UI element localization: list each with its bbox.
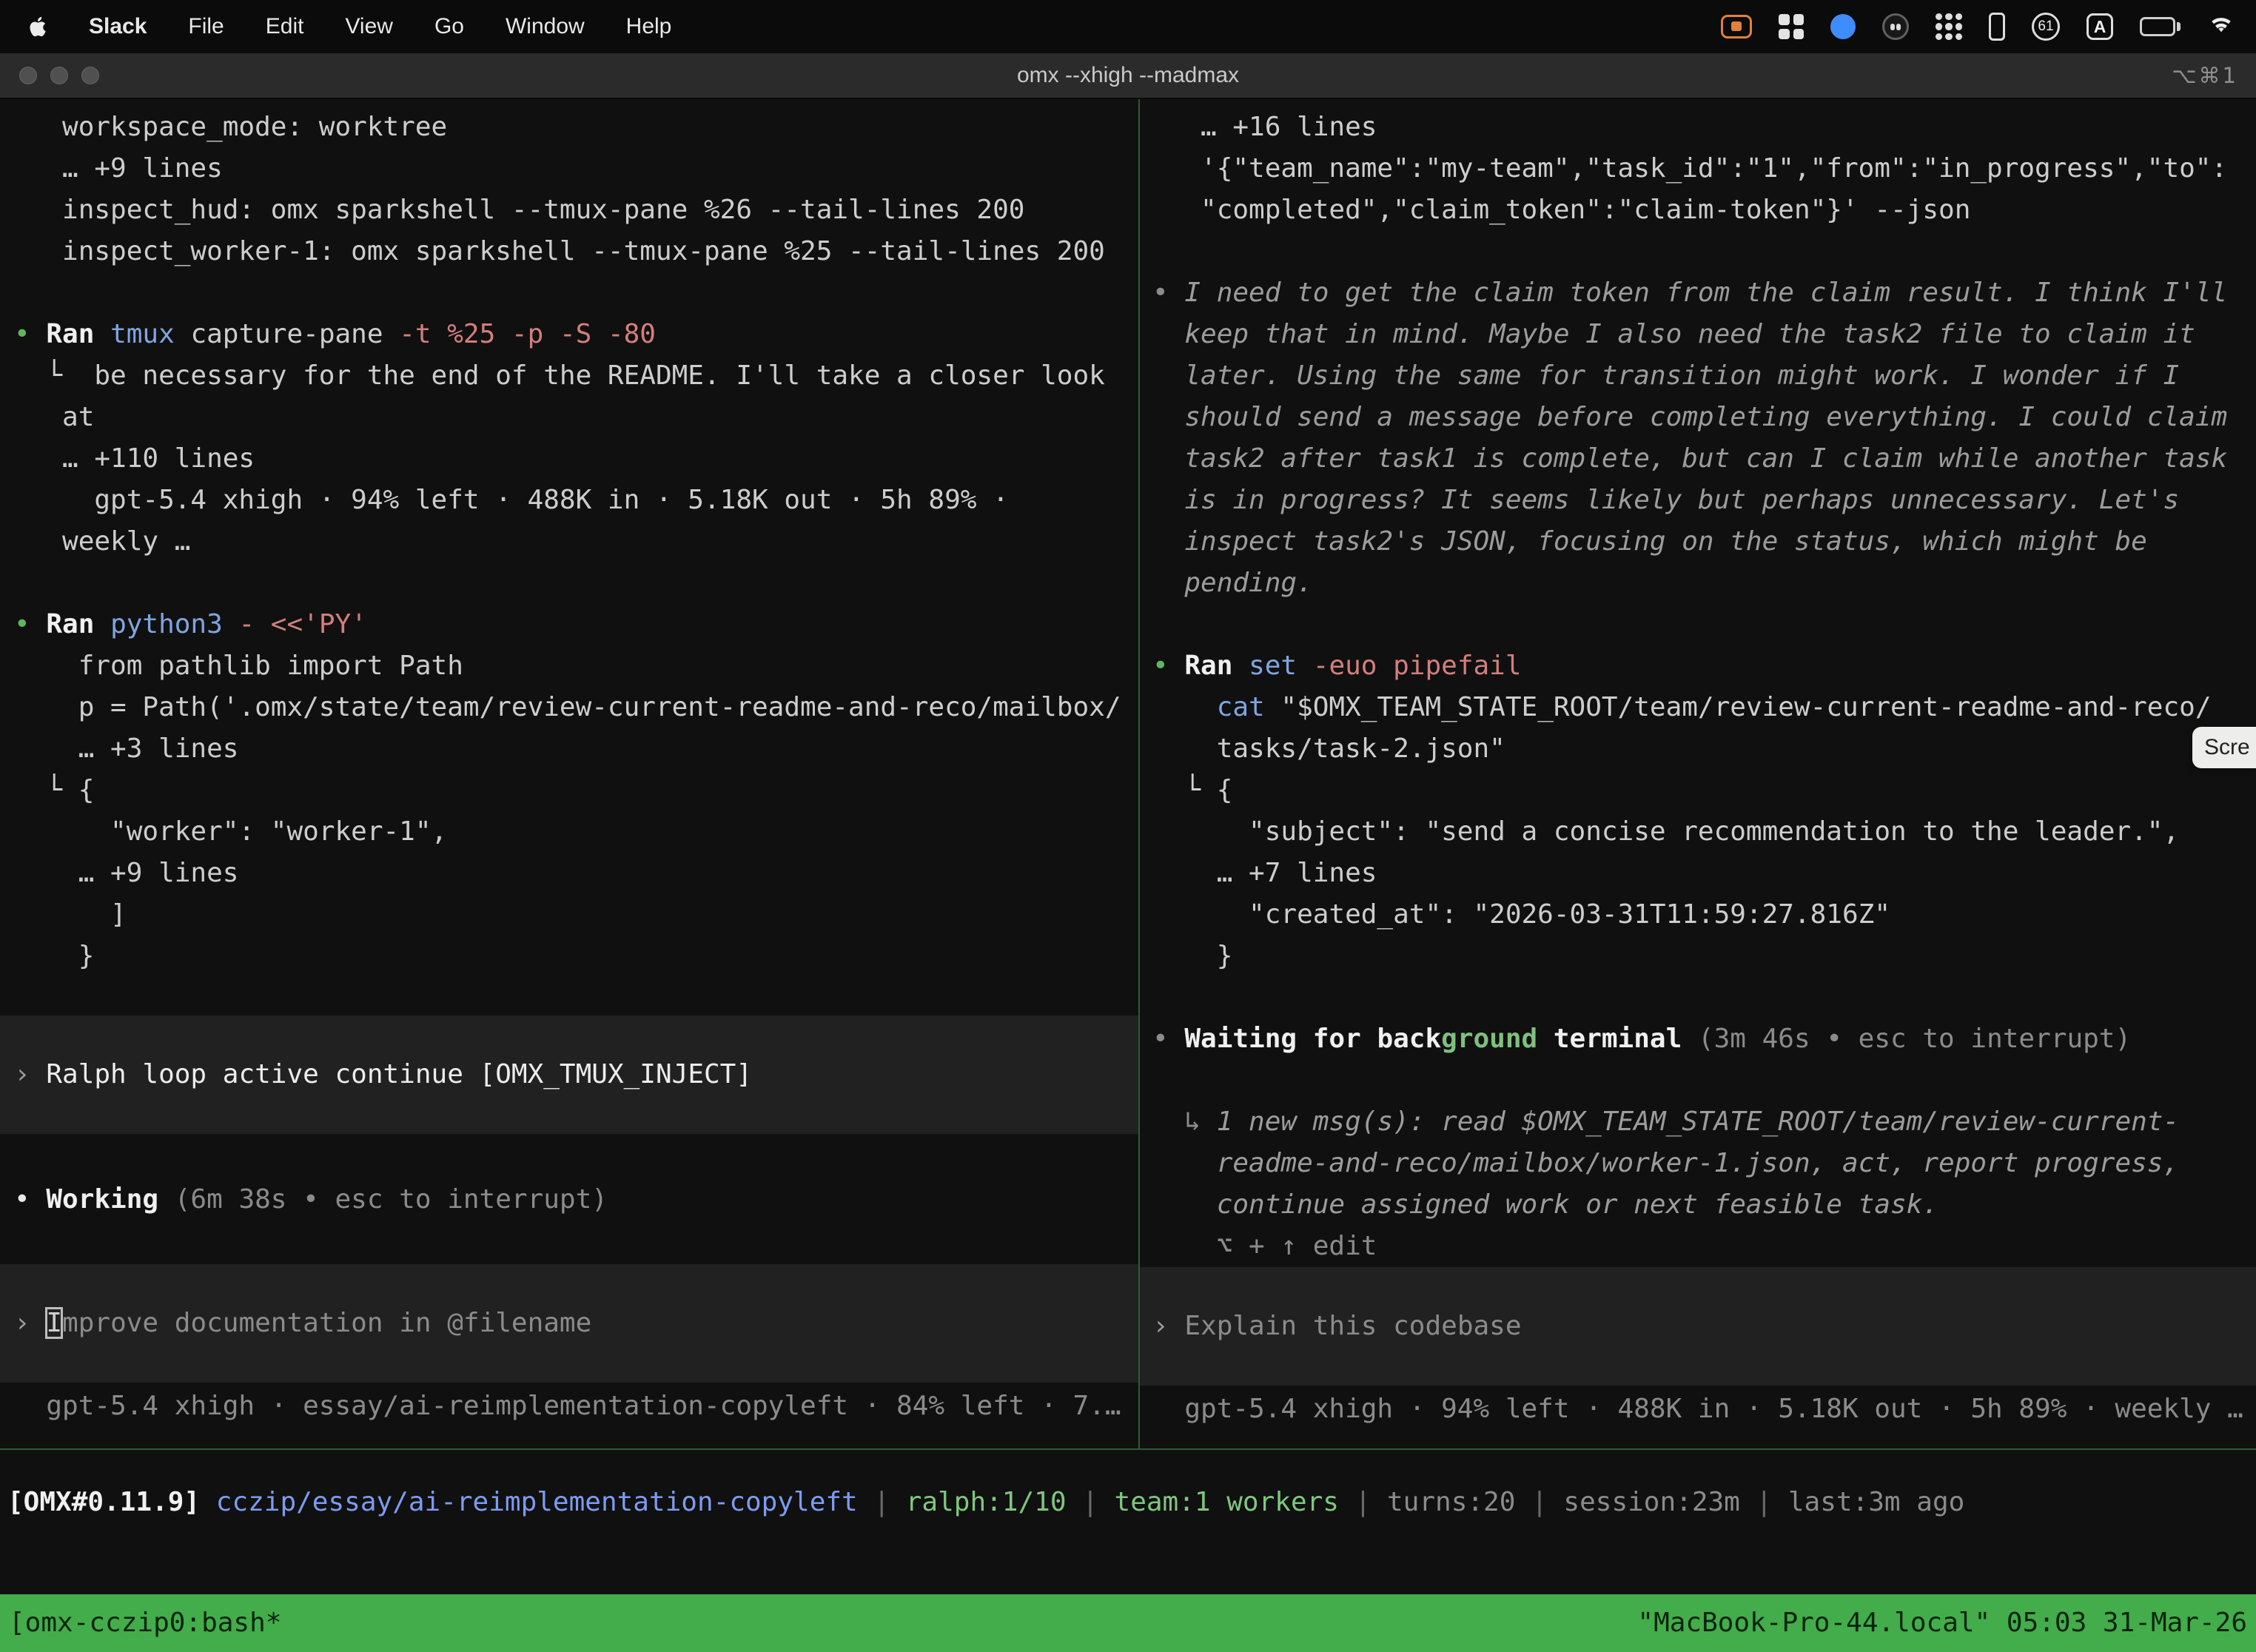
- terminal-line: from pathlib import Path: [0, 645, 1138, 687]
- terminal-line: … +9 lines: [0, 148, 1138, 189]
- terminal-line: [1140, 1060, 2256, 1101]
- window-title: omx --xhigh --madmax: [0, 63, 2256, 88]
- window-title-bar[interactable]: omx --xhigh --madmax ⌥⌘1: [0, 53, 2256, 99]
- terminal-line: cat "$OMX_TEAM_STATE_ROOT/team/review-cu…: [1140, 687, 2256, 728]
- terminal-line: at: [0, 397, 1138, 438]
- prompt-input-box[interactable]: › Ralph loop active continue [OMX_TMUX_I…: [0, 1015, 1138, 1134]
- terminal-line: • Ran python3 - <<'PY': [0, 604, 1138, 645]
- menu-window[interactable]: Window: [506, 14, 585, 39]
- terminal-line: should send a message before completing …: [1140, 397, 2256, 438]
- terminal-line: [0, 272, 1138, 314]
- menu-edit[interactable]: Edit: [266, 14, 304, 39]
- terminal-line: is in progress? It seems likely but perh…: [1140, 480, 2256, 521]
- tmux-session-label: [omx-cczip0:bash*: [9, 1602, 281, 1644]
- terminal-line: [0, 563, 1138, 604]
- terminal-line: ↳ 1 new msg(s): read $OMX_TEAM_STATE_ROO…: [1140, 1101, 2256, 1143]
- menu-bar-left: Slack File Edit View Go Window Help: [0, 14, 671, 39]
- terminal-line: inspect_hud: omx sparkshell --tmux-pane …: [0, 189, 1138, 231]
- menu-app-name[interactable]: Slack: [89, 14, 147, 39]
- window-grid-icon[interactable]: [1779, 14, 1804, 39]
- menu-help[interactable]: Help: [626, 14, 672, 39]
- terminal-line: [1140, 604, 2256, 645]
- phone-icon[interactable]: [1989, 13, 2005, 41]
- terminal-line: continue assigned work or next feasible …: [1140, 1184, 2256, 1226]
- terminal-line: • Ran set -euo pipefail: [1140, 645, 2256, 687]
- terminal-line: workspace_mode: worktree: [0, 107, 1138, 148]
- wifi-icon[interactable]: [2207, 13, 2235, 41]
- terminal-line: • Waiting for background terminal (3m 46…: [1140, 1018, 2256, 1060]
- terminal-line: inspect task2's JSON, focusing on the st…: [1140, 521, 2256, 563]
- terminal-window: omx --xhigh --madmax ⌥⌘1 workspace_mode:…: [0, 53, 2256, 1652]
- terminal-line: • Ran tmux capture-pane -t %25 -p -S -80: [0, 314, 1138, 355]
- menu-view[interactable]: View: [345, 14, 392, 39]
- menu-file[interactable]: File: [188, 14, 224, 39]
- tmux-pane-left[interactable]: workspace_mode: worktree … +9 lines insp…: [0, 99, 1138, 1448]
- input-source-icon[interactable]: A: [2087, 13, 2113, 40]
- terminal-line: '{"team_name":"my-team","task_id":"1","f…: [1140, 148, 2256, 189]
- terminal-line: gpt-5.4 xhigh · 94% left · 488K in · 5.1…: [0, 480, 1138, 521]
- terminal-line: … +3 lines: [0, 728, 1138, 770]
- menu-bar: Slack File Edit View Go Window Help 61 A: [0, 0, 2256, 53]
- screen: Slack File Edit View Go Window Help 61 A: [0, 0, 2256, 1652]
- window-shortcut-hint: ⌥⌘1: [2172, 63, 2238, 88]
- terminal-line: readme-and-reco/mailbox/worker-1.json, a…: [1140, 1143, 2256, 1184]
- terminal-line: … +16 lines: [1140, 107, 2256, 148]
- prompt-input-box[interactable]: › Improve documentation in @filename: [0, 1264, 1138, 1383]
- traffic-lights: [19, 53, 99, 98]
- tmux-pane-right[interactable]: … +16 lines '{"team_name":"my-team","tas…: [1140, 99, 2256, 1448]
- terminal-line: ]: [0, 894, 1138, 936]
- terminal-line: • I need to get the claim token from the…: [1140, 272, 2256, 314]
- terminal-line: weekly …: [0, 521, 1138, 563]
- terminal-line: └ be necessary for the end of the README…: [0, 355, 1138, 397]
- water-drop-icon[interactable]: [1830, 14, 1856, 39]
- terminal-line: p = Path('.omx/state/team/review-current…: [0, 687, 1138, 728]
- terminal-line: • Working (6m 38s • esc to interrupt): [0, 1179, 1138, 1220]
- terminal-line: [1140, 231, 2256, 272]
- terminal-line: tasks/task-2.json": [1140, 728, 2256, 770]
- record-indicator-icon[interactable]: [1721, 15, 1752, 38]
- terminal-line: keep that in mind. Maybe I also need the…: [1140, 314, 2256, 355]
- terminal-line: }: [0, 936, 1138, 977]
- tmux-status-bar: [omx-cczip0:bash* "MacBook-Pro-44.local"…: [0, 1594, 2256, 1652]
- terminal-line: "created_at": "2026-03-31T11:59:27.816Z": [1140, 894, 2256, 936]
- tmux-host-time: "MacBook-Pro-44.local" 05:03 31-Mar-26: [1637, 1602, 2247, 1644]
- terminal-line: [1140, 977, 2256, 1018]
- terminal-line: task2 after task1 is complete, but can I…: [1140, 438, 2256, 480]
- terminal-line: └ {: [1140, 770, 2256, 811]
- omx-status-line: [OMX#0.11.9] cczip/essay/ai-reimplementa…: [0, 1482, 1964, 1523]
- apple-icon: [28, 15, 47, 38]
- terminal-line: inspect_worker-1: omx sparkshell --tmux-…: [0, 231, 1138, 272]
- menu-bar-status-icons: 61 A: [1721, 13, 2256, 41]
- close-button[interactable]: [19, 67, 37, 84]
- prompt-input-box[interactable]: › Explain this codebase: [1140, 1267, 2256, 1386]
- apple-menu[interactable]: [28, 15, 47, 38]
- menu-go[interactable]: Go: [434, 14, 464, 39]
- terminal-line: … +110 lines: [0, 438, 1138, 480]
- terminal-line: }: [1140, 936, 2256, 977]
- screenshot-thumbnail[interactable]: Scre: [2192, 727, 2256, 768]
- terminal-line: "subject": "send a concise recommendatio…: [1140, 811, 2256, 853]
- battery-icon[interactable]: [2140, 17, 2181, 36]
- ghost-icon[interactable]: [1882, 13, 1909, 40]
- terminal-line: [OMX#0.11.9] cczip/essay/ai-reimplementa…: [7, 1482, 1964, 1523]
- minimize-button[interactable]: [50, 67, 68, 84]
- pane-horizontal-divider: [0, 1448, 2256, 1450]
- terminal-line: └ {: [0, 770, 1138, 811]
- terminal-line: ⌥ + ↑ edit: [1140, 1226, 2256, 1267]
- terminal-line: pending.: [1140, 563, 2256, 604]
- terminal-line: later. Using the same for transition mig…: [1140, 355, 2256, 397]
- badge-61-icon[interactable]: 61: [2032, 13, 2060, 41]
- terminal-line: … +9 lines: [0, 853, 1138, 894]
- zoom-button[interactable]: [81, 67, 99, 84]
- terminal-line: … +7 lines: [1140, 853, 2256, 894]
- terminal-line: gpt-5.4 xhigh · 94% left · 488K in · 5.1…: [1140, 1389, 2256, 1430]
- terminal-line: "worker": "worker-1",: [0, 811, 1138, 853]
- terminal-content: workspace_mode: worktree … +9 lines insp…: [0, 99, 2256, 1652]
- terminal-line: gpt-5.4 xhigh · essay/ai-reimplementatio…: [0, 1386, 1138, 1427]
- dots-grid-icon[interactable]: [1936, 13, 1962, 40]
- terminal-line: "completed","claim_token":"claim-token"}…: [1140, 189, 2256, 231]
